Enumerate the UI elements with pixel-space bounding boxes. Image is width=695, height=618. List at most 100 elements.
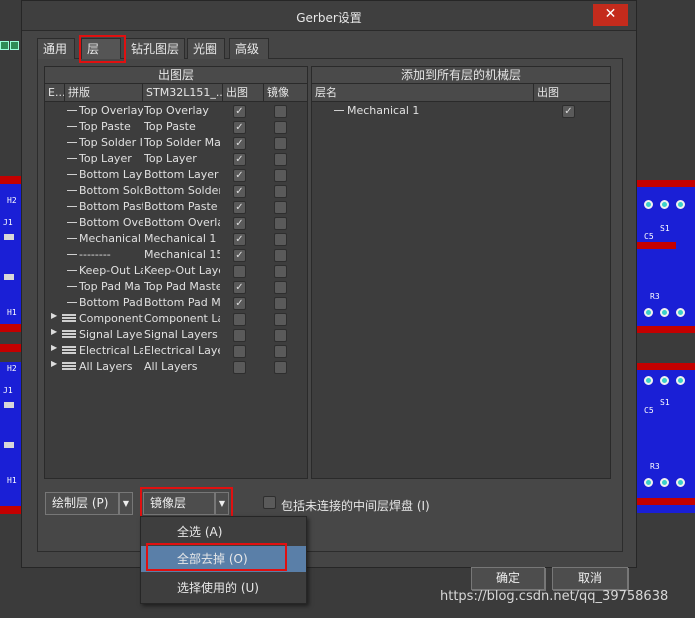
layer-icon: [67, 206, 77, 207]
panel-layer-name: Top Solder I: [79, 136, 143, 149]
table-row[interactable]: Top Layer Top Layer ✓: [45, 151, 307, 167]
plot-checkbox[interactable]: ✓: [233, 249, 246, 262]
column-header[interactable]: 出图: [223, 84, 264, 102]
mirror-checkbox[interactable]: [274, 121, 287, 134]
tab-advanced[interactable]: 高级: [229, 38, 269, 59]
board-layer-name: Bottom Paste: [144, 200, 218, 213]
layer-icon: [67, 222, 77, 223]
board-layer-name: Bottom Layer: [144, 168, 219, 181]
plot-checkbox[interactable]: [233, 345, 246, 358]
mirror-checkbox[interactable]: [274, 265, 287, 278]
ok-button[interactable]: 确定: [471, 567, 545, 590]
plot-checkbox[interactable]: ✓: [562, 105, 575, 118]
plot-checkbox[interactable]: [233, 313, 246, 326]
table-row[interactable]: Bottom Sold Bottom Solder ✓: [45, 183, 307, 199]
tab-apertures[interactable]: 光圈: [187, 38, 225, 59]
expand-icon[interactable]: ▶: [51, 311, 57, 320]
plot-checkbox[interactable]: ✓: [233, 137, 246, 150]
table-row[interactable]: ▶ Component Component La: [45, 311, 307, 327]
panel-layer-name: Top Pad Ma: [79, 280, 141, 293]
mirror-checkbox[interactable]: [274, 185, 287, 198]
panel-layer-name: Bottom Laye: [79, 168, 143, 181]
panel-layer-name: All Layers: [79, 360, 133, 373]
plot-checkbox[interactable]: ✓: [233, 121, 246, 134]
close-button[interactable]: ✕: [593, 4, 628, 26]
mirror-checkbox[interactable]: [274, 201, 287, 214]
layer-icon: [334, 110, 344, 111]
table-row[interactable]: Bottom Laye Bottom Layer ✓: [45, 167, 307, 183]
column-header[interactable]: 层名: [312, 84, 534, 102]
layer-icon: [67, 174, 77, 175]
table-row[interactable]: Top Pad Ma Top Pad Maste ✓: [45, 279, 307, 295]
board-layer-name: Electrical Layer: [144, 344, 220, 357]
expand-icon[interactable]: ▶: [51, 359, 57, 368]
column-header[interactable]: STM32L151_...: [143, 84, 223, 102]
table-row[interactable]: ▶ All Layers All Layers: [45, 359, 307, 375]
table-row[interactable]: Keep-Out La Keep-Out Laye: [45, 263, 307, 279]
panel-layer-name: Signal Layer: [79, 328, 143, 341]
plot-checkbox[interactable]: ✓: [233, 233, 246, 246]
table-row[interactable]: Top Solder I Top Solder Ma ✓: [45, 135, 307, 151]
plot-layers-dropdown-arrow[interactable]: ▼: [119, 492, 133, 515]
pcb-label: C5: [644, 232, 654, 241]
layer-icon: [67, 142, 77, 143]
pcb-label: C5: [644, 406, 654, 415]
expand-icon[interactable]: ▶: [51, 343, 57, 352]
pcb-label: J1: [3, 218, 13, 227]
mirror-checkbox[interactable]: [274, 329, 287, 342]
plot-checkbox[interactable]: [233, 361, 246, 374]
panel-layer-name: Top Paste: [79, 120, 131, 133]
table-row[interactable]: Bottom Pad Bottom Pad Ma ✓: [45, 295, 307, 311]
mirror-checkbox[interactable]: [274, 137, 287, 150]
plot-checkbox[interactable]: [233, 265, 246, 278]
plot-checkbox[interactable]: ✓: [233, 105, 246, 118]
plot-layers-button[interactable]: 绘制层 (P): [45, 492, 119, 515]
plot-checkbox[interactable]: ✓: [233, 169, 246, 182]
mirror-checkbox[interactable]: [274, 297, 287, 310]
mirror-checkbox[interactable]: [274, 361, 287, 374]
mirror-checkbox[interactable]: [274, 233, 287, 246]
mirror-checkbox[interactable]: [274, 105, 287, 118]
tab-general[interactable]: 通用: [37, 38, 75, 59]
table-row[interactable]: -------- Mechanical 15 ✓: [45, 247, 307, 263]
tab-drill-drawing[interactable]: 钻孔图层: [125, 38, 185, 59]
plot-checkbox[interactable]: ✓: [233, 201, 246, 214]
table-row[interactable]: Top Paste Top Paste ✓: [45, 119, 307, 135]
panel-layer-name: Electrical Lay: [79, 344, 143, 357]
table-row[interactable]: Bottom Over Bottom Overla ✓: [45, 215, 307, 231]
panel-layer-name: Top Overlay: [79, 104, 143, 117]
table-row[interactable]: Bottom Past Bottom Paste ✓: [45, 199, 307, 215]
plot-checkbox[interactable]: ✓: [233, 185, 246, 198]
table-row[interactable]: Mechanical 1 ✓: [312, 103, 610, 119]
column-header[interactable]: 拼版: [65, 84, 143, 102]
mirror-checkbox[interactable]: [274, 345, 287, 358]
table-row[interactable]: ▶ Signal Layer Signal Layers: [45, 327, 307, 343]
plot-checkbox[interactable]: ✓: [233, 153, 246, 166]
plot-checkbox[interactable]: ✓: [233, 297, 246, 310]
mirror-checkbox[interactable]: [274, 313, 287, 326]
mirror-checkbox[interactable]: [274, 153, 287, 166]
mirror-checkbox[interactable]: [274, 281, 287, 294]
mirror-checkbox[interactable]: [274, 169, 287, 182]
mechanical-layers-grid: 添加到所有层的机械层 层名 出图 Mechanical 1 ✓: [311, 66, 611, 479]
column-header[interactable]: 出图: [534, 84, 610, 102]
plot-checkbox[interactable]: ✓: [233, 217, 246, 230]
pcb-label: H2: [7, 196, 17, 205]
expand-icon[interactable]: ▶: [51, 327, 57, 336]
mirror-checkbox[interactable]: [274, 217, 287, 230]
panel-layer-name: Keep-Out La: [79, 264, 143, 277]
dialog-title: Gerber设置: [296, 11, 362, 25]
menu-item-select-used[interactable]: 选择使用的 (U): [141, 575, 306, 601]
column-header[interactable]: 镜像: [264, 84, 307, 102]
table-row[interactable]: Mechanical Mechanical 1 ✓: [45, 231, 307, 247]
table-row[interactable]: Top Overlay Top Overlay ✓: [45, 103, 307, 119]
mirror-checkbox[interactable]: [274, 249, 287, 262]
table-row[interactable]: ▶ Electrical LayElectrical Layer: [45, 343, 307, 359]
panel-layer-name: --------: [79, 248, 111, 261]
plot-checkbox[interactable]: ✓: [233, 281, 246, 294]
column-header[interactable]: E...: [45, 84, 65, 102]
include-unconnected-checkbox[interactable]: [263, 496, 276, 509]
cancel-button[interactable]: 取消: [552, 567, 628, 590]
menu-item-select-all[interactable]: 全选 (A): [141, 519, 306, 545]
plot-checkbox[interactable]: [233, 329, 246, 342]
